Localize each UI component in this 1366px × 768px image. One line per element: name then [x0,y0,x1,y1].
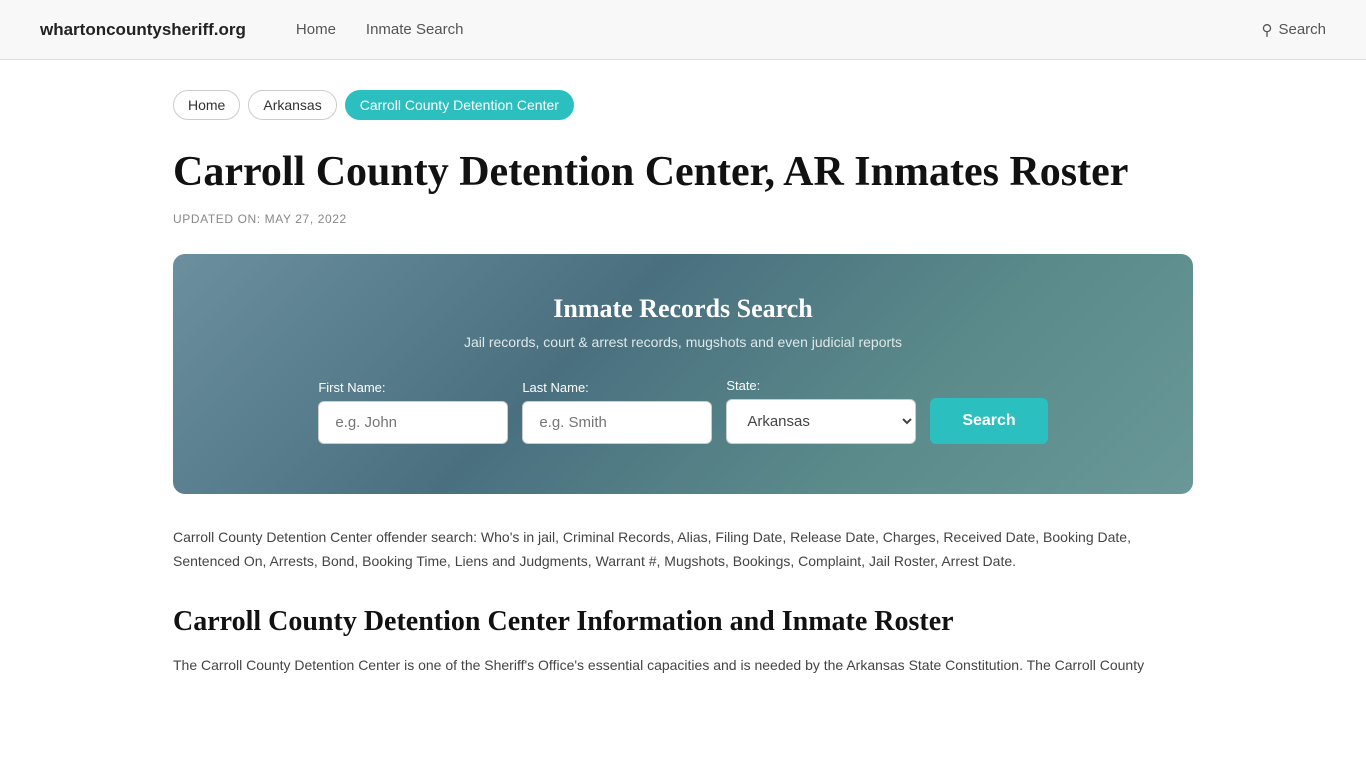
last-name-input[interactable] [522,401,712,444]
breadcrumb: Home Arkansas Carroll County Detention C… [173,90,1193,120]
search-icon: ⚲ [1261,21,1272,39]
nav-search[interactable]: ⚲ Search [1261,21,1326,39]
search-widget-title: Inmate Records Search [223,294,1143,324]
search-widget: Inmate Records Search Jail records, cour… [173,254,1193,494]
breadcrumb-arkansas[interactable]: Arkansas [248,90,336,120]
last-name-group: Last Name: [522,380,712,444]
breadcrumb-carroll[interactable]: Carroll County Detention Center [345,90,574,120]
nav-links: Home Inmate Search [296,21,1222,38]
first-name-label: First Name: [318,380,385,395]
breadcrumb-home[interactable]: Home [173,90,240,120]
search-widget-subtitle: Jail records, court & arrest records, mu… [223,334,1143,350]
navbar: whartoncountysheriff.org Home Inmate Sea… [0,0,1366,60]
nav-search-label: Search [1278,21,1326,38]
first-name-group: First Name: [318,380,508,444]
section-heading: Carroll County Detention Center Informat… [173,606,1193,638]
updated-on: UPDATED ON: MAY 27, 2022 [173,212,1193,226]
description-text: Carroll County Detention Center offender… [173,526,1193,574]
state-select[interactable]: Arkansas [726,399,916,444]
nav-link-home[interactable]: Home [296,21,336,38]
search-form: First Name: Last Name: State: Arkansas S… [223,378,1143,444]
state-label: State: [726,378,760,393]
last-name-label: Last Name: [522,380,588,395]
state-group: State: Arkansas [726,378,916,444]
search-button[interactable]: Search [930,398,1047,444]
nav-link-inmate-search[interactable]: Inmate Search [366,21,464,38]
main-content: Home Arkansas Carroll County Detention C… [133,60,1233,708]
section-body: The Carroll County Detention Center is o… [173,654,1193,678]
first-name-input[interactable] [318,401,508,444]
page-title: Carroll County Detention Center, AR Inma… [173,148,1193,196]
nav-brand[interactable]: whartoncountysheriff.org [40,20,246,40]
